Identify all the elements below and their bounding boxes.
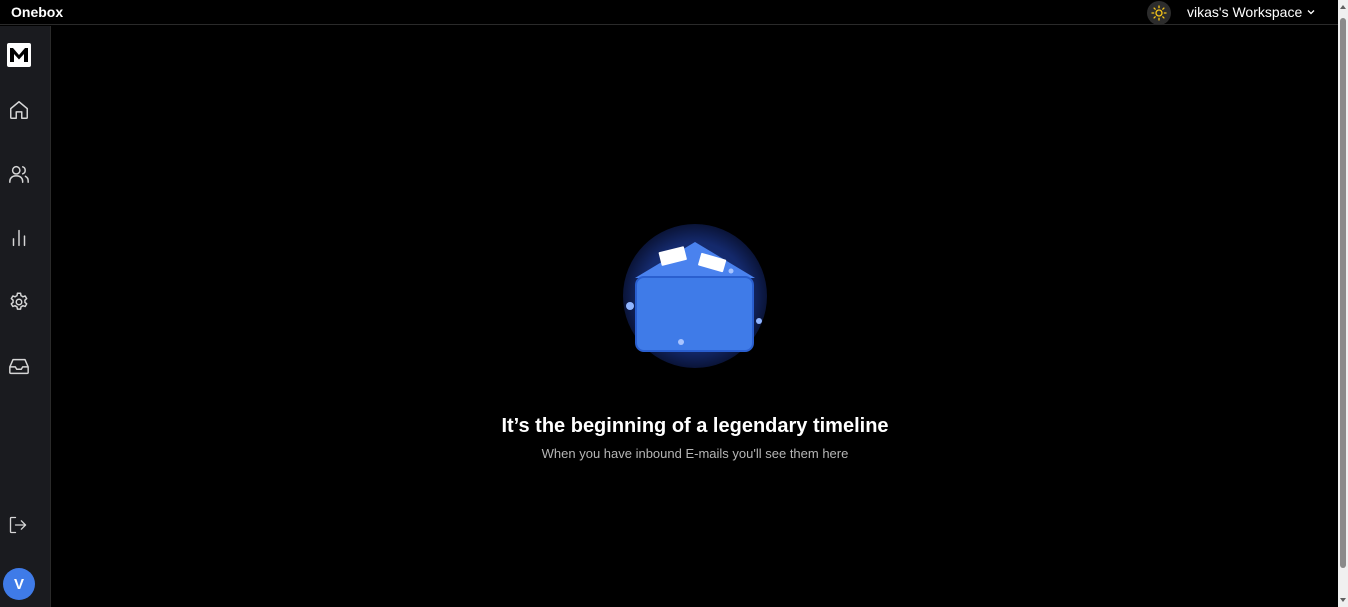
workspace-dropdown[interactable]: vikas's Workspace — [1187, 4, 1316, 20]
avatar[interactable]: V — [3, 568, 35, 600]
sidebar: V — [0, 26, 51, 607]
inbox-icon — [9, 358, 29, 375]
theme-toggle-button[interactable] — [1147, 1, 1171, 25]
scroll-up-icon[interactable] — [1340, 5, 1346, 9]
gear-icon — [10, 292, 28, 310]
sun-icon — [1151, 5, 1167, 21]
sidebar-item-inbox[interactable] — [6, 353, 32, 379]
sidebar-item-contacts[interactable] — [6, 161, 32, 187]
users-icon — [9, 165, 29, 183]
sidebar-item-home[interactable] — [6, 97, 32, 123]
empty-inbox-illustration — [621, 223, 769, 369]
sidebar-item-analytics[interactable] — [6, 225, 32, 251]
app-title: Onebox — [11, 4, 64, 20]
empty-state-title: It’s the beginning of a legendary timeli… — [501, 415, 889, 437]
sidebar-item-settings[interactable] — [6, 289, 32, 315]
vertical-scrollbar[interactable] — [1338, 0, 1348, 607]
bar-chart-icon — [12, 229, 26, 247]
m-logo-icon[interactable] — [7, 43, 31, 67]
logout-button[interactable] — [5, 512, 31, 538]
scroll-thumb[interactable] — [1340, 18, 1346, 568]
top-bar: Onebox vikas's Workspace — [0, 0, 1338, 25]
scroll-down-icon[interactable] — [1340, 598, 1346, 602]
logout-icon — [9, 516, 27, 534]
workspace-label: vikas's Workspace — [1187, 4, 1303, 20]
empty-state-subtitle: When you have inbound E-mails you'll see… — [541, 446, 849, 461]
home-icon — [10, 101, 28, 119]
chevron-down-icon — [1307, 10, 1315, 15]
